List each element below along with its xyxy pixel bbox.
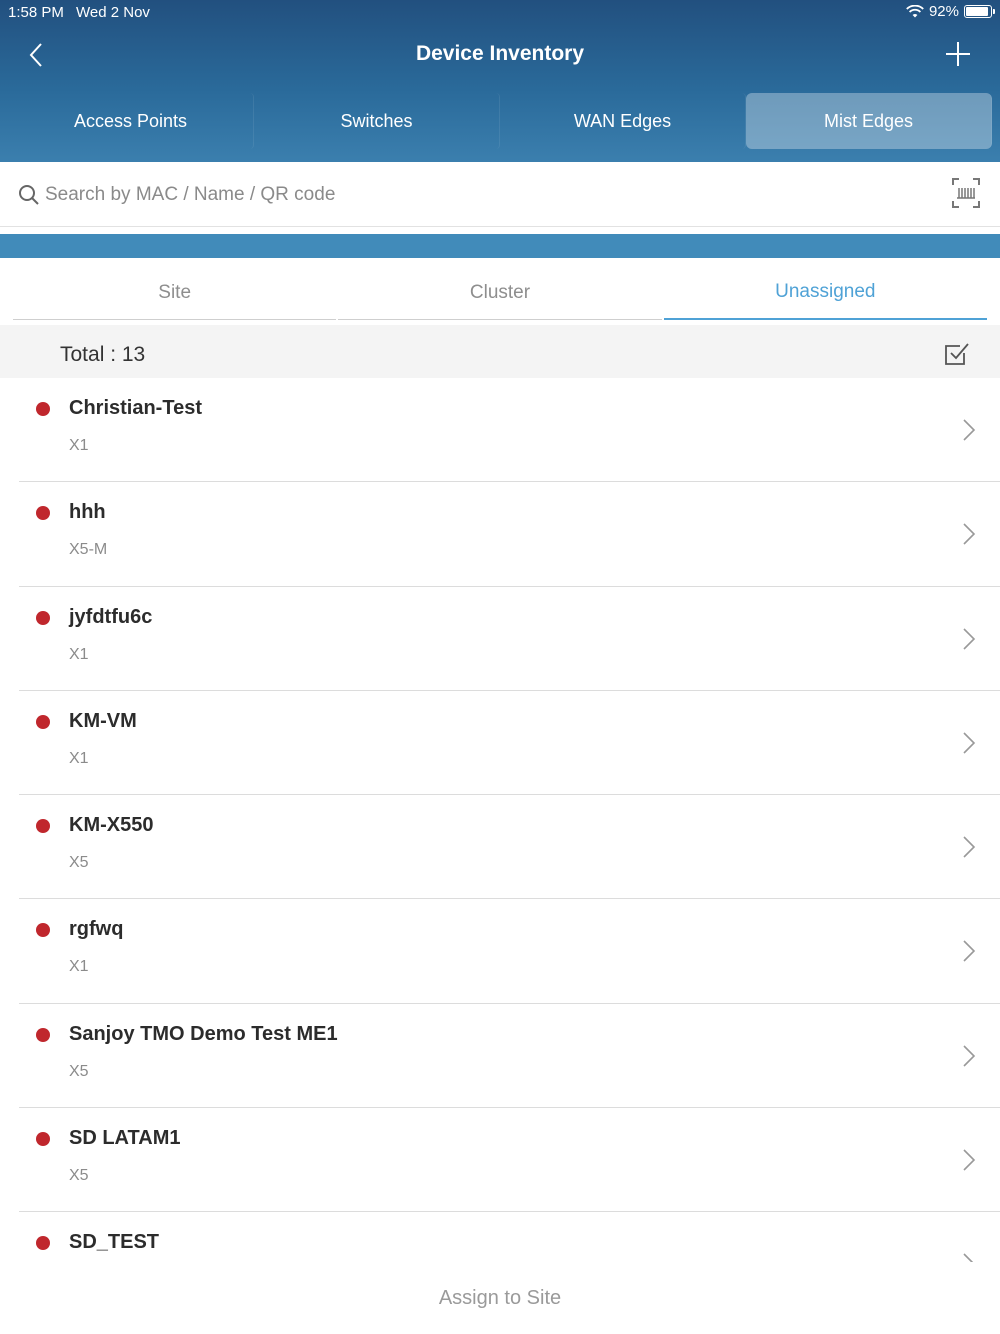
list-item[interactable]: hhh X5-M [19, 482, 1000, 587]
device-name: KM-X550 [69, 814, 154, 837]
device-name: Sanjoy TMO Demo Test ME1 [69, 1022, 338, 1045]
status-dot [36, 1236, 50, 1251]
device-name: SD LATAM1 [69, 1127, 181, 1150]
status-dot [36, 1027, 50, 1042]
list-item[interactable]: KM-VM X1 [19, 691, 1000, 796]
list-item[interactable]: KM-X550 X5 [19, 795, 1000, 900]
device-type-segmented-control: Access Points Switches WAN Edges Mist Ed… [8, 93, 992, 149]
footer: Assign to Site [0, 1262, 1000, 1334]
chevron-right-icon [963, 940, 976, 963]
search-icon [19, 185, 39, 205]
page-title: Device Inventory [415, 42, 585, 65]
list-item[interactable]: Christian-Test X1 [19, 378, 1000, 483]
tab-unassigned[interactable]: Unassigned [663, 266, 987, 320]
device-model: X1 [69, 645, 89, 663]
device-name: rgfwq [69, 918, 124, 941]
device-model: X5 [69, 854, 89, 872]
barcode-scan-icon[interactable] [952, 178, 980, 208]
assignment-tabs: Site Cluster Unassigned [13, 266, 989, 320]
status-dot [36, 1132, 50, 1147]
list-item[interactable]: rgfwq X1 [19, 899, 1000, 1004]
device-type-access-points[interactable]: Access Points [8, 93, 254, 149]
chevron-right-icon [963, 732, 976, 754]
add-icon[interactable] [944, 40, 972, 68]
tab-site[interactable]: Site [13, 266, 337, 320]
battery-icon [964, 5, 995, 18]
device-list: Christian-Test X1 hhh X5-M jyfdtfu6c X1 … [0, 378, 1000, 1268]
chevron-right-icon [963, 836, 976, 858]
list-item[interactable]: SD_TEST [19, 1212, 1000, 1268]
chevron-right-icon [963, 628, 976, 650]
header: 1:58 PM Wed 2 Nov 92% Device Inventory A… [0, 0, 1000, 162]
assign-to-site-button[interactable]: Assign to Site [0, 1287, 1000, 1310]
device-name: SD_TEST [69, 1231, 160, 1254]
status-date: Wed 2 Nov [76, 4, 150, 21]
status-right: 92% [906, 3, 995, 20]
device-model: X1 [69, 437, 89, 454]
total-bar: Total : 13 [0, 325, 1000, 378]
device-type-wan-edges[interactable]: WAN Edges [500, 93, 746, 149]
chevron-right-icon [963, 523, 976, 545]
list-item[interactable]: Sanjoy TMO Demo Test ME1 X5 [19, 1004, 1000, 1109]
search-input[interactable] [45, 176, 905, 214]
select-checkbox-icon[interactable] [944, 341, 970, 367]
device-name: Christian-Test [69, 397, 202, 419]
battery-percent: 92% [928, 3, 959, 20]
device-model: X1 [69, 958, 89, 976]
device-name: jyfdtfu6c [69, 605, 153, 628]
status-dot [36, 923, 50, 938]
device-name: hhh [69, 501, 106, 524]
device-model: X1 [69, 749, 89, 767]
filter-banner [0, 234, 1000, 258]
status-dot [36, 819, 50, 834]
status-dot [36, 402, 50, 416]
status-dot [36, 506, 50, 521]
device-type-mist-edges[interactable]: Mist Edges [746, 93, 992, 149]
total-count: Total : 13 [60, 343, 146, 366]
status-bar: 1:58 PM Wed 2 Nov 92% [0, 0, 1000, 26]
tab-cluster[interactable]: Cluster [338, 266, 662, 320]
status-dot [36, 610, 50, 625]
chevron-right-icon [963, 1045, 976, 1067]
device-model: X5 [69, 1167, 89, 1185]
list-item[interactable]: jyfdtfu6c X1 [19, 587, 1000, 691]
chevron-right-icon [963, 1149, 976, 1171]
device-name: KM-VM [69, 709, 137, 732]
list-item[interactable]: SD LATAM1 X5 [19, 1108, 1000, 1213]
status-dot [36, 714, 50, 729]
status-time: 1:58 PM [8, 4, 64, 21]
wifi-icon [906, 4, 924, 17]
chevron-right-icon [963, 419, 976, 441]
device-model: X5-M [69, 541, 108, 559]
device-type-switches[interactable]: Switches [254, 93, 500, 149]
device-model: X5 [69, 1062, 89, 1080]
search-bar [0, 162, 1000, 227]
